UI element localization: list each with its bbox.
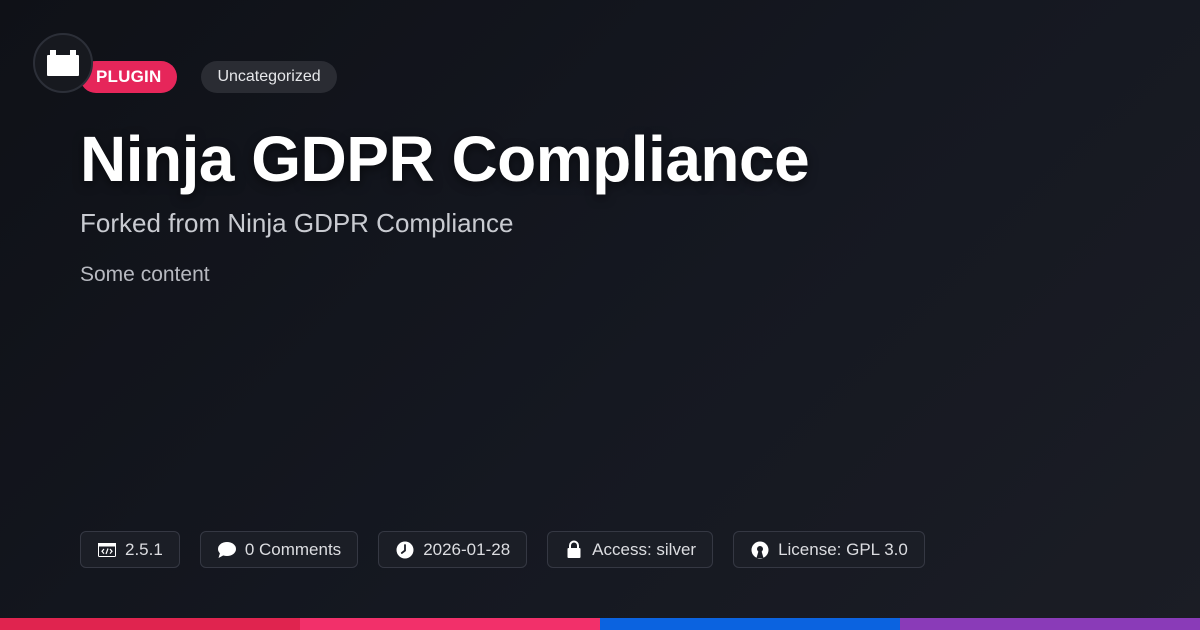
version-text: 2.5.1 bbox=[125, 539, 163, 559]
tag-row: PLUGIN Uncategorized bbox=[80, 61, 337, 93]
code-window-icon bbox=[97, 540, 117, 560]
bottom-bar-segment-pink bbox=[300, 618, 600, 630]
date-text: 2026-01-28 bbox=[423, 539, 511, 559]
version-badge: 2.5.1 bbox=[80, 531, 180, 568]
clock-icon bbox=[395, 540, 415, 560]
bottom-bar-segment-blue bbox=[600, 618, 900, 630]
open-source-icon bbox=[750, 540, 770, 560]
category-tag[interactable]: Uncategorized bbox=[201, 61, 337, 93]
comments-badge[interactable]: 0 Comments bbox=[199, 531, 359, 568]
bottom-color-bar bbox=[0, 618, 1200, 630]
meta-row: 2.5.1 0 Comments 2026-01-28 Access: silv… bbox=[80, 531, 945, 568]
access-text: Access: silver bbox=[592, 539, 697, 559]
date-badge: 2026-01-28 bbox=[378, 531, 528, 568]
page-title: Ninja GDPR Compliance bbox=[80, 123, 810, 195]
bottom-bar-segment-red bbox=[0, 618, 300, 630]
plugin-block-icon bbox=[47, 50, 79, 76]
plugin-logo-badge bbox=[33, 33, 93, 93]
comments-text: 0 Comments bbox=[244, 539, 342, 559]
page-subtitle: Forked from Ninja GDPR Compliance bbox=[80, 208, 514, 238]
page-content: Some content bbox=[80, 263, 210, 286]
comment-bubble-icon bbox=[217, 540, 237, 560]
bottom-bar-segment-purple bbox=[900, 618, 1200, 630]
type-tag[interactable]: PLUGIN bbox=[80, 61, 178, 93]
license-badge: License: GPL 3.0 bbox=[733, 531, 925, 568]
license-text: License: GPL 3.0 bbox=[778, 539, 908, 559]
lock-icon bbox=[564, 540, 584, 560]
access-badge: Access: silver bbox=[547, 531, 714, 568]
